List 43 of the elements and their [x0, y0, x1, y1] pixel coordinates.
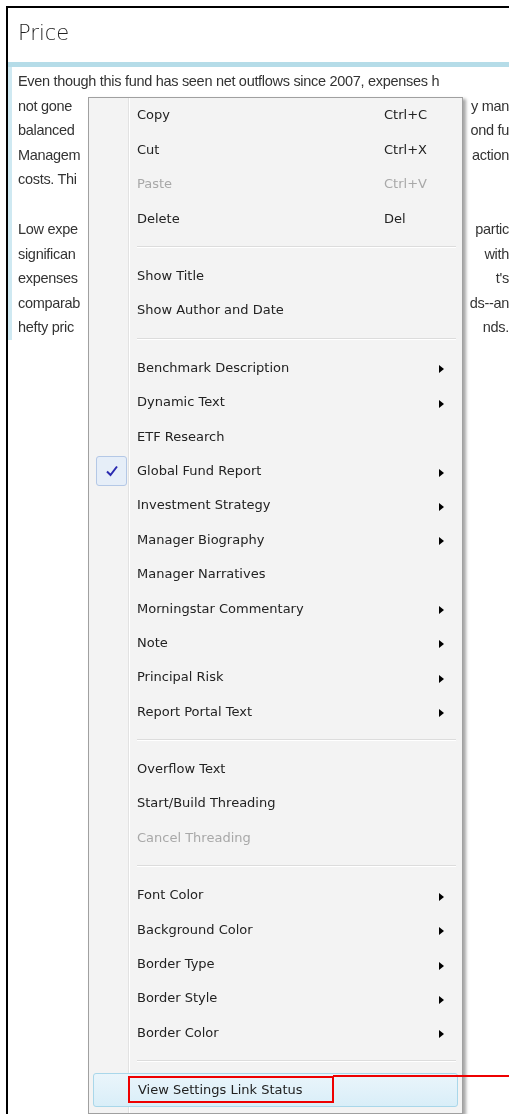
menu-item[interactable]: Background Color — [93, 912, 458, 947]
menu-item[interactable]: Show Title — [93, 258, 458, 293]
menu-item[interactable]: View Settings Link Status — [93, 1072, 458, 1108]
menu-item[interactable]: Global Fund Report — [93, 453, 458, 488]
menu-item[interactable]: Investment Strategy — [93, 487, 458, 523]
text-line: not gone — [18, 96, 73, 116]
text-line: comparab — [18, 293, 81, 313]
text-line: Even though this fund has seen net outflows since 2007, expenses h — [18, 72, 440, 91]
menu-item[interactable]: Start/Build Threading — [93, 786, 458, 821]
menu-item[interactable]: ETF Research — [93, 419, 458, 454]
menu-item[interactable]: Border Color — [93, 1015, 458, 1050]
window-title: Price — [17, 20, 71, 47]
menu-item[interactable]: Show Author and Date — [93, 292, 458, 328]
text-line: hefty pric — [18, 318, 74, 338]
text-line: action — [472, 145, 509, 165]
text-line: expenses — [18, 269, 78, 289]
menu-item[interactable]: Manager Narratives — [93, 556, 458, 592]
menu-item[interactable]: Manager Biography — [93, 522, 458, 557]
text-line: nds. — [482, 318, 509, 338]
text-line: costs. Thi — [18, 170, 77, 190]
text-line: partic — [475, 219, 509, 239]
text-line: y man — [471, 96, 509, 116]
menu-item[interactable]: Benchmark Description — [93, 350, 458, 385]
menu-item[interactable]: Overflow Text — [93, 751, 458, 787]
menu-item[interactable]: Border Type — [93, 946, 458, 981]
text-line: t's — [495, 269, 509, 289]
menu-item[interactable]: Principal Risk — [93, 659, 458, 695]
menu-item[interactable]: Dynamic Text — [93, 384, 458, 420]
text-line: Low expe — [18, 219, 78, 239]
menu-item[interactable]: Note — [93, 625, 458, 660]
menu-item[interactable]: Font Color — [93, 877, 458, 913]
text-line: Managem — [18, 145, 81, 165]
menu-item[interactable]: Morningstar Commentary — [93, 591, 458, 626]
text-line: balanced — [18, 121, 75, 141]
menu-item[interactable]: Report Portal Text — [93, 694, 458, 729]
menu-item[interactable]: Copy Ctrl+C — [93, 98, 458, 133]
text-line: ds--an — [469, 293, 509, 313]
menu-item[interactable]: Border Style — [93, 981, 458, 1016]
menu-item[interactable]: Cut Ctrl+X — [93, 132, 458, 167]
text-line: with — [484, 244, 509, 264]
text-line: significan — [18, 244, 76, 264]
menu-item[interactable]: Delete Del — [93, 201, 458, 236]
text-line: ond fu — [470, 121, 509, 141]
